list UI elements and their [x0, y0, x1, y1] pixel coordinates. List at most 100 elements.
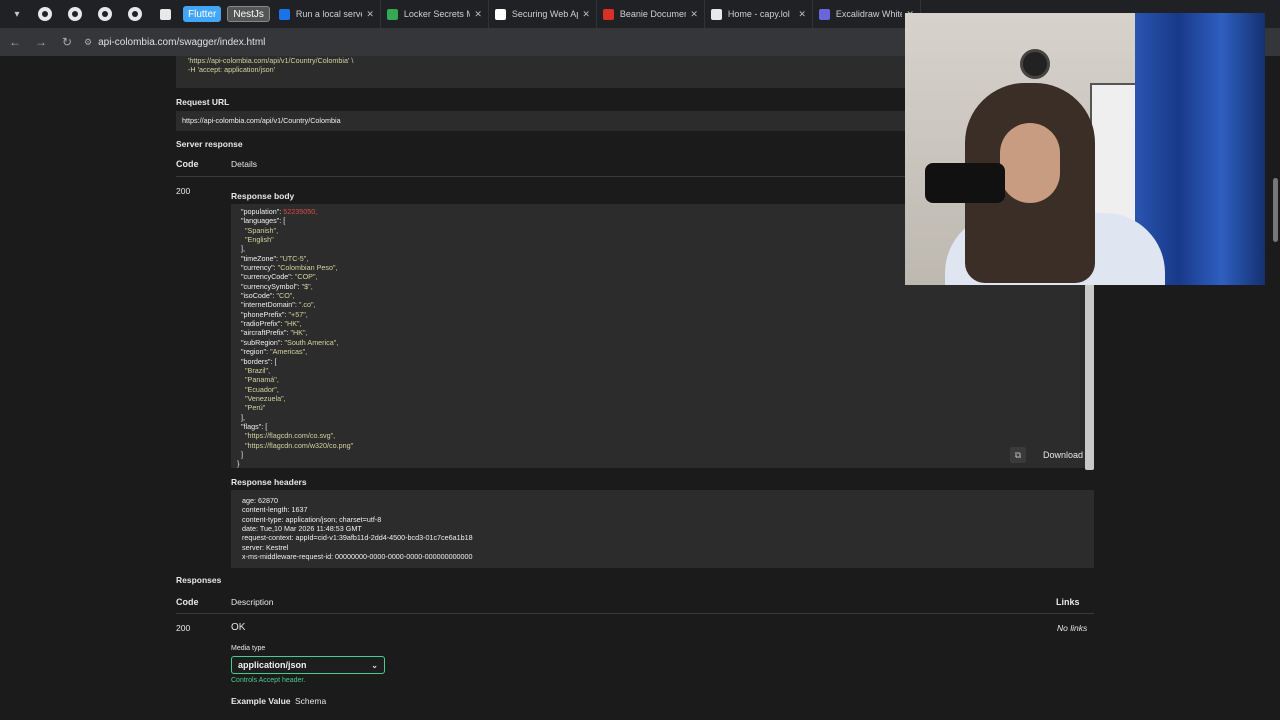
- request-url-label: Request URL: [176, 97, 230, 107]
- response-body-line: "Venezuela",: [237, 393, 286, 403]
- download-button[interactable]: Download: [1034, 447, 1092, 463]
- response-body-line: "currencySymbol": "$",: [237, 281, 313, 291]
- status-code: 200: [176, 186, 191, 196]
- response-body-scrollbar[interactable]: [1085, 284, 1094, 470]
- reload-icon[interactable]: ↻: [56, 31, 78, 53]
- github-icon: [38, 7, 52, 21]
- forward-icon[interactable]: →: [30, 31, 52, 53]
- response-headers: age: 62870 content-length: 1637 content-ty…: [231, 490, 1094, 568]
- request-url-value: https://api-colombia.com/api/v1/Country/…: [182, 116, 341, 125]
- pinned-tab-nestjs[interactable]: NestJs: [227, 6, 270, 22]
- tab-securing-web[interactable]: Securing Web Ap ✕: [489, 0, 597, 28]
- controls-accept-note: Controls Accept header.: [231, 677, 306, 684]
- response-body-line: ],: [237, 412, 245, 422]
- tab-favicon: [386, 8, 398, 20]
- tab-locker-secrets[interactable]: Locker Secrets M ✕: [381, 0, 489, 28]
- response-body-line: "internetDomain": ".co",: [237, 300, 316, 310]
- details-column-header: Details: [231, 159, 257, 169]
- media-type-select[interactable]: application/json ⌄: [231, 656, 385, 674]
- response-body-line: "Perú": [237, 403, 266, 413]
- pinned-tab-github-2[interactable]: [60, 0, 90, 28]
- responses-label: Responses: [176, 575, 222, 585]
- response-body-line: "currencyCode": "COP",: [237, 272, 318, 282]
- response-header-line: x-ms-middleware-request-id: 00000000-000…: [242, 552, 473, 562]
- gmail-icon: [159, 8, 171, 20]
- response-body-line: "phonePrefix": "+57",: [237, 309, 308, 319]
- microphone: [925, 163, 1005, 203]
- tab-search-icon[interactable]: ▾: [9, 6, 25, 22]
- github-icon: [128, 7, 142, 21]
- response-body-line: "currency": "Colombian Peso",: [237, 263, 338, 273]
- response-body-line: "Spanish",: [237, 225, 279, 235]
- responses-links-header: Links: [1056, 597, 1080, 607]
- pinned-tab-github-3[interactable]: [90, 0, 120, 28]
- response-code-200: 200: [176, 623, 191, 633]
- copy-icon[interactable]: ⧉: [1010, 447, 1026, 463]
- chevron-down-icon: ⌄: [371, 660, 378, 670]
- response-body-line: ],: [237, 244, 245, 254]
- tab-favicon: [494, 8, 506, 20]
- curl-command: 'https://api-colombia.com/api/v1/Country…: [188, 56, 354, 75]
- close-tab-icon[interactable]: ✕: [798, 9, 806, 20]
- response-body-line: "English": [237, 235, 274, 245]
- page-scrollbar[interactable]: [1271, 116, 1280, 720]
- close-tab-icon[interactable]: ✕: [690, 9, 698, 20]
- tab-favicon: [710, 8, 722, 20]
- tab-favicon: [818, 8, 830, 20]
- github-icon: [68, 7, 82, 21]
- response-body-line: "region": "Americas",: [237, 347, 308, 357]
- page-scrollbar-thumb[interactable]: [1273, 178, 1278, 242]
- divider: [176, 613, 1094, 614]
- media-type-label: Media type: [231, 645, 266, 652]
- pinned-tab-github-4[interactable]: [120, 0, 150, 28]
- close-tab-icon[interactable]: ✕: [474, 9, 482, 20]
- github-icon: [98, 7, 112, 21]
- tab-capy-home[interactable]: Home - capy.lol ✕: [705, 0, 813, 28]
- response-header-line: age: 62870: [242, 496, 278, 505]
- response-body-line: "Panamá",: [237, 375, 279, 385]
- response-header-line: request-context: appId=cid-v1:39afb11d-2…: [242, 533, 473, 543]
- response-body-line: "isoCode": "CO",: [237, 291, 295, 301]
- tab-title: Run a local server: [295, 9, 363, 19]
- response-body-line: "timeZone": "UTC-5",: [237, 253, 309, 263]
- tab-run-local-server[interactable]: Run a local server ✕: [273, 0, 381, 28]
- server-response-label: Server response: [176, 139, 243, 149]
- tab-favicon: [602, 8, 614, 20]
- presenter-face: [1000, 123, 1060, 203]
- tab-beanie-docs[interactable]: Beanie Documen ✕: [597, 0, 705, 28]
- response-body-line: "aircraftPrefix": "HK",: [237, 328, 308, 338]
- response-header-line: content-type: application/json; charset=…: [242, 514, 382, 524]
- tab-title: Securing Web Ap: [511, 9, 579, 19]
- response-body-line: "https://flagcdn.com/co.svg",: [237, 431, 336, 441]
- response-headers-label: Response headers: [231, 477, 307, 487]
- address-bar[interactable]: ⚙ api-colombia.com/swagger/index.html: [84, 31, 265, 53]
- response-body-line: "flags": [: [237, 421, 268, 431]
- pinned-tab-github-1[interactable]: [30, 0, 60, 28]
- site-info-icon[interactable]: ⚙: [84, 37, 92, 48]
- no-links-text: No links: [1057, 623, 1088, 633]
- close-tab-icon[interactable]: ✕: [582, 9, 590, 20]
- response-body-label: Response body: [231, 191, 295, 201]
- back-icon[interactable]: ←: [4, 31, 26, 53]
- response-body-line: ]: [237, 449, 243, 459]
- response-description-ok: OK: [231, 622, 246, 633]
- response-body-line: "borders": [: [237, 356, 277, 366]
- response-body-line: "subRegion": "South America",: [237, 337, 339, 347]
- pinned-tab-flutter[interactable]: Flutter: [183, 6, 222, 22]
- tab-schema[interactable]: Schema: [295, 696, 326, 706]
- response-body-json: "population": 52235050, "languages": [ "…: [237, 207, 353, 469]
- response-body-line: "https://flagcdn.com/w320/co.png": [237, 440, 354, 450]
- tab-title: Excalidraw White: [835, 9, 903, 19]
- response-body-line: "Ecuador",: [237, 384, 279, 394]
- tab-example-value[interactable]: Example Value: [231, 696, 291, 706]
- pinned-tab-gmail[interactable]: [150, 0, 180, 28]
- response-body-line: }: [237, 459, 240, 469]
- media-type-value: application/json: [238, 660, 307, 670]
- response-header-line: server: Kestrel: [242, 542, 289, 552]
- tab-title: Locker Secrets M: [403, 9, 471, 19]
- close-tab-icon[interactable]: ✕: [366, 9, 374, 20]
- response-header-line: date: Tue,10 Mar 2026 11:48:53 GMT: [242, 524, 362, 534]
- response-body-line: "Brazil",: [237, 365, 271, 375]
- response-body-line: "radioPrefix": "HK",: [237, 319, 302, 329]
- code-column-header: Code: [176, 159, 199, 169]
